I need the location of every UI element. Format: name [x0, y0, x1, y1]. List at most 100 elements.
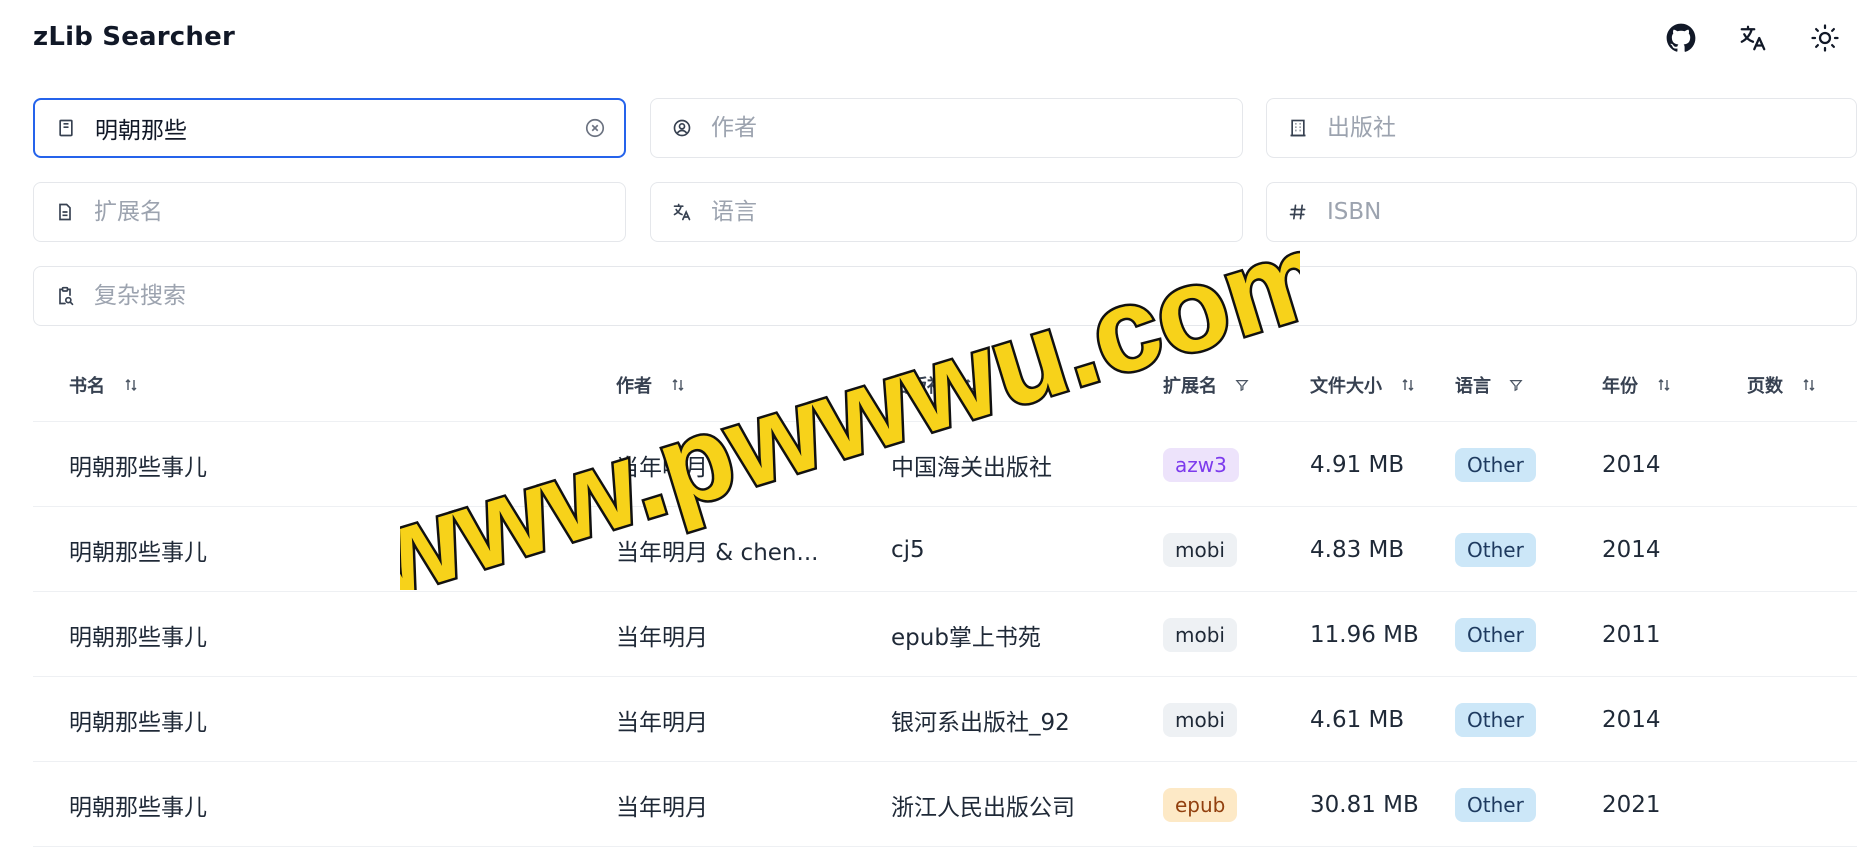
results-table: 书名 作者 出版社 扩展名 文件大小 语言 年份 页数 明朝那些事儿 当年明月 … — [33, 350, 1857, 847]
column-label: 作者 — [616, 376, 652, 397]
complex-search-input[interactable] — [94, 283, 1806, 309]
extension-badge: azw3 — [1163, 447, 1239, 482]
cell-size: 4.61 MB — [1310, 706, 1405, 733]
cell-title: 明朝那些事儿 — [69, 454, 207, 481]
clear-icon[interactable] — [584, 117, 606, 139]
column-label: 扩展名 — [1163, 376, 1217, 397]
column-label: 文件大小 — [1310, 376, 1382, 397]
author-input[interactable] — [711, 115, 1192, 141]
language-badge: Other — [1455, 617, 1536, 652]
cell-extension: mobi — [1163, 677, 1293, 762]
title-search-field[interactable] — [33, 98, 626, 158]
app-title: zLib Searcher — [33, 22, 235, 52]
hash-icon — [1287, 201, 1309, 223]
language-badge: Other — [1455, 447, 1536, 482]
column-header-title[interactable]: 书名 — [69, 372, 539, 398]
sort-icon[interactable] — [1801, 377, 1817, 393]
table-row[interactable]: 明朝那些事儿 当年明月 浙江人民出版公司 epub 30.81 MB Other… — [33, 762, 1857, 847]
extension-badge: mobi — [1163, 532, 1237, 567]
table-row[interactable]: 明朝那些事儿 当年明月 epub掌上书苑 mobi 11.96 MB Other… — [33, 592, 1857, 677]
cell-pages — [1747, 422, 1857, 507]
column-header-author[interactable]: 作者 — [616, 372, 846, 398]
table-header: 书名 作者 出版社 扩展名 文件大小 语言 年份 页数 — [33, 350, 1857, 422]
language-badge: Other — [1455, 532, 1536, 567]
column-header-size[interactable]: 文件大小 — [1310, 372, 1450, 398]
cell-publisher: 浙江人民出版公司 — [891, 794, 1075, 821]
filter-icon[interactable] — [1235, 378, 1249, 392]
user-circle-icon — [671, 117, 693, 139]
sort-icon[interactable] — [1656, 377, 1672, 393]
file-icon — [54, 201, 76, 223]
cell-year: 2014 — [1602, 536, 1661, 563]
cell-title: 明朝那些事儿 — [69, 709, 207, 736]
sun-icon[interactable] — [1807, 20, 1843, 56]
author-search-field[interactable] — [650, 98, 1243, 158]
translate-icon[interactable] — [1735, 20, 1771, 56]
column-label: 年份 — [1602, 376, 1638, 397]
extension-search-field[interactable] — [33, 182, 626, 242]
cell-language: Other — [1455, 507, 1585, 592]
sort-icon[interactable] — [670, 377, 686, 393]
extension-badge: mobi — [1163, 617, 1237, 652]
cell-size: 11.96 MB — [1310, 621, 1419, 648]
header-actions — [1663, 20, 1843, 56]
cell-publisher: 银河系出版社_92 — [891, 709, 1070, 736]
cell-year: 2011 — [1602, 621, 1661, 648]
cell-language: Other — [1455, 677, 1585, 762]
cell-extension: mobi — [1163, 507, 1293, 592]
cell-author: 当年明月 — [616, 454, 708, 481]
table-row[interactable]: 明朝那些事儿 当年明月 银河系出版社_92 mobi 4.61 MB Other… — [33, 677, 1857, 762]
cell-title: 明朝那些事儿 — [69, 794, 207, 821]
book-icon — [55, 117, 77, 139]
column-header-pages[interactable]: 页数 — [1747, 372, 1857, 398]
isbn-input[interactable] — [1327, 199, 1806, 225]
column-header-extension[interactable]: 扩展名 — [1163, 372, 1293, 398]
language-input[interactable] — [711, 199, 1192, 225]
language-search-field[interactable] — [650, 182, 1243, 242]
complex-search-field[interactable] — [33, 266, 1857, 326]
title-input[interactable] — [95, 115, 574, 141]
cell-year: 2021 — [1602, 791, 1661, 818]
column-label: 出版社 — [891, 376, 945, 397]
cell-publisher: epub掌上书苑 — [891, 624, 1041, 651]
column-label: 书名 — [69, 376, 105, 397]
cell-year: 2014 — [1602, 451, 1661, 478]
extension-badge: mobi — [1163, 702, 1237, 737]
sort-icon[interactable] — [1400, 377, 1416, 393]
language-badge: Other — [1455, 702, 1536, 737]
cell-size: 30.81 MB — [1310, 791, 1419, 818]
cell-language: Other — [1455, 762, 1585, 847]
header: zLib Searcher — [0, 0, 1867, 74]
cell-size: 4.91 MB — [1310, 451, 1405, 478]
cell-size: 4.83 MB — [1310, 536, 1405, 563]
publisher-search-field[interactable] — [1266, 98, 1857, 158]
cell-publisher: cj5 — [891, 536, 925, 563]
column-header-publisher[interactable]: 出版社 — [891, 372, 1181, 398]
cell-author: 当年明月 — [616, 624, 708, 651]
cell-extension: mobi — [1163, 592, 1293, 677]
building-icon — [1287, 117, 1309, 139]
cell-year: 2014 — [1602, 706, 1661, 733]
column-header-language[interactable]: 语言 — [1455, 372, 1585, 398]
cell-pages — [1747, 762, 1857, 847]
cell-pages — [1747, 592, 1857, 677]
table-row[interactable]: 明朝那些事儿 当年明月 & chen... cj5 mobi 4.83 MB O… — [33, 507, 1857, 592]
filter-icon[interactable] — [1509, 378, 1523, 392]
extension-input[interactable] — [94, 199, 575, 225]
cell-pages — [1747, 507, 1857, 592]
sort-icon[interactable] — [123, 377, 139, 393]
column-label: 页数 — [1747, 376, 1783, 397]
github-icon[interactable] — [1663, 20, 1699, 56]
cell-pages — [1747, 677, 1857, 762]
language-badge: Other — [1455, 787, 1536, 822]
isbn-search-field[interactable] — [1266, 182, 1857, 242]
cell-extension: epub — [1163, 762, 1293, 847]
publisher-input[interactable] — [1327, 115, 1806, 141]
table-row[interactable]: 明朝那些事儿 当年明月 中国海关出版社 azw3 4.91 MB Other 2… — [33, 422, 1857, 507]
cell-language: Other — [1455, 422, 1585, 507]
cell-extension: azw3 — [1163, 422, 1293, 507]
column-label: 语言 — [1455, 376, 1491, 397]
translate-icon — [671, 201, 693, 223]
sort-icon[interactable] — [963, 377, 979, 393]
column-header-year[interactable]: 年份 — [1602, 372, 1722, 398]
